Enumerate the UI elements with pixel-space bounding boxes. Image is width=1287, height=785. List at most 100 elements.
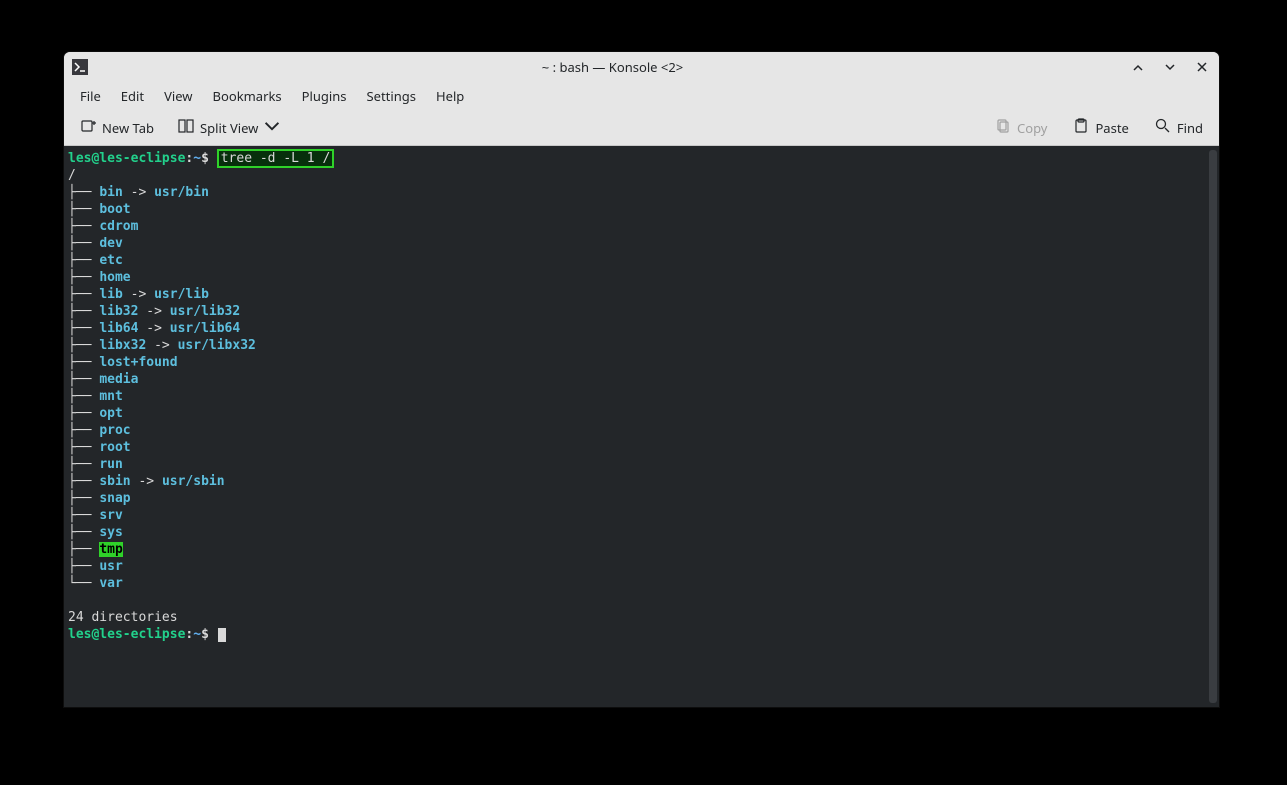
minimize-button[interactable] — [1129, 58, 1147, 76]
menu-help[interactable]: Help — [426, 83, 474, 109]
tree-summary: 24 directories — [68, 610, 178, 625]
maximize-button[interactable] — [1161, 58, 1179, 76]
tree-branch: ├── — [68, 474, 99, 489]
close-button[interactable] — [1193, 58, 1211, 76]
tree-branch: ├── — [68, 287, 99, 302]
tree-branch: ├── — [68, 304, 99, 319]
tree-branch: ├── — [68, 491, 99, 506]
tree-branch: ├── — [68, 185, 99, 200]
prompt-user: les@les-eclipse — [68, 627, 185, 642]
split-view-label: Split View — [200, 119, 258, 137]
tree-branch: ├── — [68, 202, 99, 217]
terminal-app-icon — [72, 59, 88, 75]
new-tab-icon — [80, 118, 96, 138]
tree-dir: dev — [99, 236, 122, 251]
tree-dir: media — [99, 372, 138, 387]
tree-branch: ├── — [68, 372, 99, 387]
tree-branch: ├── — [68, 542, 99, 557]
tree-symlink-target: usr/lib — [154, 287, 209, 302]
terminal-output[interactable]: les@les-eclipse:~$ tree -d -L 1 / / ├── … — [64, 146, 1209, 707]
tree-dir: opt — [99, 406, 122, 421]
tree-dir: bin — [99, 185, 122, 200]
prompt-path: ~ — [193, 627, 201, 642]
paste-button[interactable]: Paste — [1067, 114, 1134, 142]
menu-bookmarks[interactable]: Bookmarks — [203, 83, 292, 109]
tree-dir: sys — [99, 525, 122, 540]
tree-symlink-target: usr/lib32 — [170, 304, 240, 319]
search-icon — [1155, 118, 1171, 138]
tree-dir: cdrom — [99, 219, 138, 234]
tree-branch: ├── — [68, 389, 99, 404]
terminal-area: les@les-eclipse:~$ tree -d -L 1 / / ├── … — [64, 146, 1219, 707]
new-tab-label: New Tab — [102, 119, 154, 137]
tree-branch: ├── — [68, 321, 99, 336]
tree-symlink-arrow: -> — [138, 321, 169, 336]
terminal-scrollbar[interactable] — [1209, 150, 1217, 703]
tree-symlink-target: usr/lib64 — [170, 321, 240, 336]
tree-symlink-arrow: -> — [123, 185, 154, 200]
tree-dir: boot — [99, 202, 130, 217]
paste-label: Paste — [1095, 119, 1128, 137]
command-highlight: tree -d -L 1 / — [217, 149, 335, 168]
tree-symlink-arrow: -> — [138, 304, 169, 319]
tree-dir: mnt — [99, 389, 122, 404]
tree-dir: root — [99, 440, 130, 455]
copy-icon — [995, 118, 1011, 138]
split-view-button[interactable]: Split View — [172, 114, 286, 142]
tree-symlink-target: usr/sbin — [162, 474, 225, 489]
toolbar: New Tab Split View Copy Paste Find — [64, 110, 1219, 146]
tree-symlink-arrow: -> — [131, 474, 162, 489]
tree-dir: home — [99, 270, 130, 285]
tree-symlink-arrow: -> — [146, 338, 177, 353]
menu-plugins[interactable]: Plugins — [292, 83, 357, 109]
menu-edit[interactable]: Edit — [111, 83, 154, 109]
find-button[interactable]: Find — [1149, 114, 1209, 142]
window-title: ~ : bash — Konsole <2> — [96, 58, 1129, 76]
split-view-icon — [178, 118, 194, 138]
tree-dir: sbin — [99, 474, 130, 489]
prompt-user: les@les-eclipse — [68, 151, 185, 166]
tree-branch: ├── — [68, 457, 99, 472]
tree-branch: ├── — [68, 338, 99, 353]
new-tab-button[interactable]: New Tab — [74, 114, 160, 142]
copy-button[interactable]: Copy — [989, 114, 1053, 142]
tree-symlink-target: usr/libx32 — [178, 338, 256, 353]
find-label: Find — [1177, 119, 1203, 137]
tree-dir: etc — [99, 253, 122, 268]
prompt-dollar: $ — [201, 627, 209, 642]
tree-dir: proc — [99, 423, 130, 438]
menu-settings[interactable]: Settings — [357, 83, 426, 109]
titlebar: ~ : bash — Konsole <2> — [64, 52, 1219, 82]
tree-root: / — [68, 168, 76, 183]
prompt-dollar: $ — [201, 151, 209, 166]
tree-branch: ├── — [68, 406, 99, 421]
paste-icon — [1073, 118, 1089, 138]
tree-dir: lib — [99, 287, 122, 302]
konsole-window: ~ : bash — Konsole <2> File Edit View Bo… — [64, 52, 1219, 707]
tree-dir: lib64 — [99, 321, 138, 336]
menu-file[interactable]: File — [70, 83, 111, 109]
tree-branch: ├── — [68, 508, 99, 523]
tree-branch: ├── — [68, 219, 99, 234]
copy-label: Copy — [1017, 119, 1047, 137]
tree-dir: libx32 — [99, 338, 146, 353]
tree-branch: ├── — [68, 525, 99, 540]
menu-view[interactable]: View — [154, 83, 202, 109]
chevron-down-icon — [264, 118, 280, 138]
tree-dir: lib32 — [99, 304, 138, 319]
tree-branch: └── — [68, 576, 99, 591]
tree-dir: snap — [99, 491, 130, 506]
tree-branch: ├── — [68, 559, 99, 574]
terminal-cursor — [218, 628, 226, 642]
tree-dir-highlight: tmp — [99, 542, 122, 557]
tree-dir: lost+found — [99, 355, 177, 370]
tree-branch: ├── — [68, 355, 99, 370]
prompt-path: ~ — [193, 151, 201, 166]
tree-symlink-arrow: -> — [123, 287, 154, 302]
tree-branch: ├── — [68, 236, 99, 251]
tree-dir: run — [99, 457, 122, 472]
tree-branch: ├── — [68, 423, 99, 438]
tree-branch: ├── — [68, 270, 99, 285]
tree-dir: var — [99, 576, 122, 591]
tree-branch: ├── — [68, 253, 99, 268]
